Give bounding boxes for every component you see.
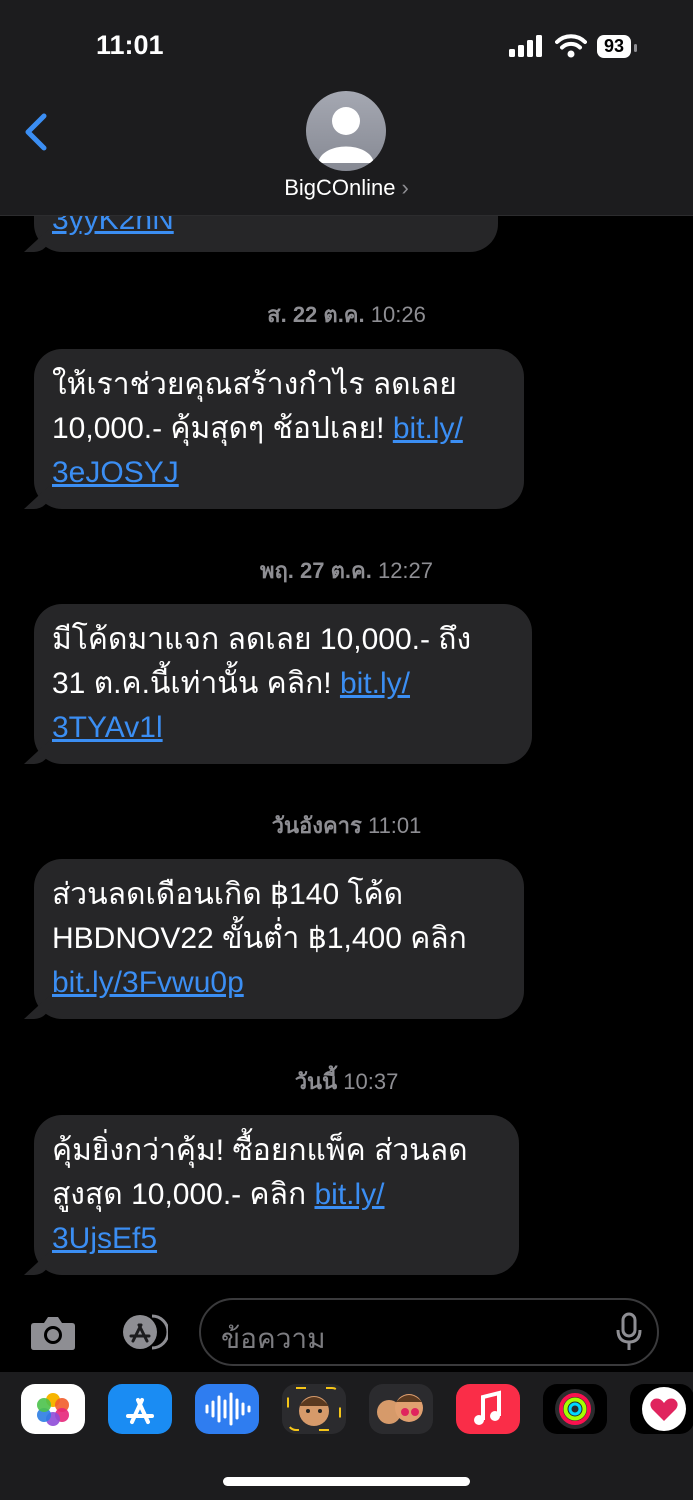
bubble-tail — [24, 740, 50, 764]
message-link[interactable]: 3TYAv1l — [52, 711, 163, 744]
photos-icon[interactable] — [21, 1384, 85, 1434]
home-indicator[interactable] — [223, 1477, 470, 1486]
message-bubble[interactable]: มีโค้ดมาแจก ลดเลย 10,000.- ถึง 31 ต.ค.นี… — [24, 604, 532, 764]
microphone-icon[interactable] — [616, 1312, 642, 1352]
message-bubble[interactable]: ให้เราช่วยคุณสร้างกำไร ลดเลย 10,000.- คุ… — [24, 349, 524, 509]
message-text: HBDNOV22 ขั้นต่ำ ฿1,400 คลิก — [52, 922, 467, 955]
battery-indicator: 93 — [596, 34, 638, 58]
chevron-right-icon: › — [401, 175, 409, 200]
message-text: ส่วนลดเดือนเกิด ฿140 โค้ด — [52, 878, 404, 911]
message-link[interactable]: 3eJOSYJ — [52, 456, 179, 489]
animoji-stickers-icon[interactable] — [369, 1384, 433, 1434]
status-icons: 93 — [508, 34, 638, 58]
app-store-glyph-icon — [126, 1398, 154, 1424]
music-note-icon — [474, 1390, 501, 1425]
stickers-faces-icon — [377, 1394, 423, 1424]
message-text: มีโค้ดมาแจก ลดเลย 10,000.- ถึง — [52, 623, 472, 656]
message-text: 3eJOSYJ — [52, 451, 504, 495]
photos-flower-icon — [37, 1393, 69, 1426]
timestamp: วันนี้ 10:37 — [294, 1069, 399, 1094]
timestamp: วันอังคาร 11:01 — [271, 813, 422, 838]
status-time: 11:01 — [96, 30, 164, 60]
back-chevron-icon[interactable] — [22, 112, 52, 152]
message-text: 10,000.- คุ้มสุดๆ ช้อปเลย! bit.ly/ — [52, 412, 463, 445]
message-bubble[interactable]: คุ้มยิ่งกว่าคุ้ม! ซื้อยกแพ็ค ส่วนลด สูงส… — [24, 1115, 519, 1275]
message-link[interactable]: bit.ly/ — [314, 1178, 384, 1211]
app-store-apps-icon[interactable] — [112, 1314, 168, 1350]
message-bubble[interactable]: ส่วนลดเดือนเกิด ฿140 โค้ด HBDNOV22 ขั้นต… — [24, 859, 524, 1019]
message-text: 3TYAv1l — [52, 706, 512, 750]
bubble-tail — [24, 995, 50, 1019]
message-link[interactable]: bit.ly/ — [393, 412, 463, 445]
bubble-tail — [24, 485, 50, 509]
waveform-icon — [205, 1392, 251, 1426]
timestamp: ส. 22 ต.ค. 10:26 — [267, 302, 426, 327]
activity-rings-icon — [555, 1389, 595, 1429]
contact-avatar[interactable] — [306, 91, 386, 171]
message-text: คุ้มยิ่งกว่าคุ้ม! ซื้อยกแพ็ค ส่วนลด — [52, 1134, 468, 1167]
wifi-icon — [554, 34, 587, 58]
message-text: 3UjsEf5 — [52, 1217, 499, 1261]
memoji-icon[interactable] — [282, 1384, 346, 1434]
digital-touch-icon[interactable] — [630, 1384, 693, 1434]
message-text: bit.ly/3Fvwu0p — [52, 961, 504, 1005]
cellular-signal-icon — [508, 35, 542, 57]
bubble-tail — [24, 228, 50, 252]
music-icon[interactable] — [456, 1384, 520, 1434]
message-link[interactable]: bit.ly/ — [340, 667, 410, 700]
conversation-header: 11:01 93 BigCOnline › — [0, 0, 693, 216]
timestamp: พฤ. 27 ต.ค. 12:27 — [259, 558, 434, 583]
app-store-icon[interactable] — [108, 1384, 172, 1434]
message-text: 31 ต.ค.นี้เท่านั้น คลิก! bit.ly/ — [52, 667, 410, 700]
memoji-face-icon — [287, 1387, 341, 1431]
message-link[interactable]: 3UjsEf5 — [52, 1222, 157, 1255]
bubble-tail — [24, 1251, 50, 1275]
heart-touch-icon — [642, 1387, 686, 1431]
audio-message-icon[interactable] — [195, 1384, 259, 1434]
person-silhouette-icon — [318, 107, 374, 163]
message-text: ให้เราช่วยคุณสร้างกำไร ลดเลย — [52, 368, 457, 401]
camera-icon[interactable] — [30, 1313, 76, 1351]
message-input[interactable]: ข้อความ — [199, 1298, 659, 1366]
message-link[interactable]: bit.ly/3Fvwu0p — [52, 966, 244, 999]
contact-name[interactable]: BigCOnline › — [0, 175, 693, 201]
message-text: สูงสุด 10,000.- คลิก bit.ly/ — [52, 1178, 385, 1211]
activity-icon[interactable] — [543, 1384, 607, 1434]
